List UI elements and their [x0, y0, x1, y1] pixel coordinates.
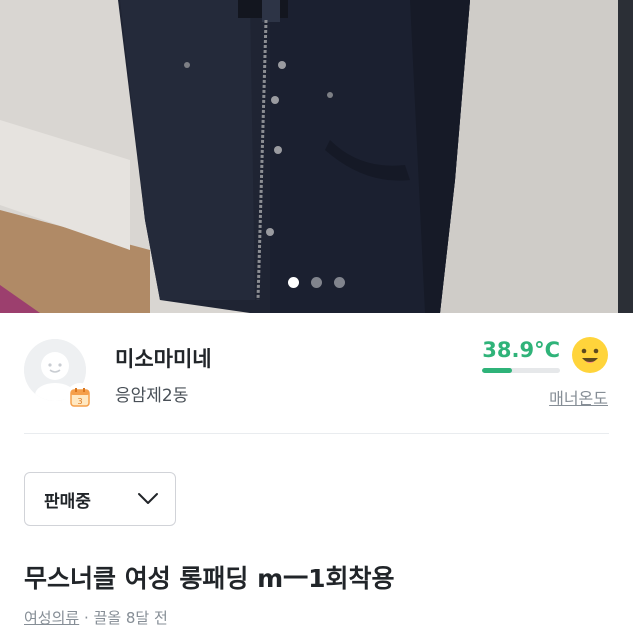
carousel-dot[interactable]	[334, 277, 345, 288]
calendar-badge-icon: 3	[66, 383, 94, 411]
seller-region: 응암제2동	[115, 386, 189, 406]
carousel-dot-active[interactable]	[288, 277, 299, 288]
product-title: 무스너클 여성 롱패딩 m一1회착용	[24, 564, 395, 593]
bump-time: 끌올 8달 전	[93, 609, 168, 627]
product-category-link[interactable]: 여성의류	[24, 609, 79, 627]
smiley-face-icon	[570, 335, 610, 379]
product-detail-page: 3 미소마미네 응암제2동 38.9°C 매너온도 판매중 무스너클 여성 롱패…	[0, 0, 633, 633]
seller-nickname[interactable]: 미소마미네	[115, 343, 212, 373]
carousel-indicator[interactable]	[0, 277, 633, 288]
product-photo	[0, 0, 633, 313]
section-divider	[24, 433, 609, 434]
product-photo-carousel[interactable]	[0, 0, 633, 313]
manner-temperature-link[interactable]: 매너온도	[549, 385, 608, 409]
carousel-dot[interactable]	[311, 277, 322, 288]
product-meta: 여성의류 · 끌올 8달 전	[24, 607, 168, 628]
meta-separator: ·	[79, 609, 94, 627]
manner-temperature-bar	[482, 368, 560, 373]
manner-temperature-value: 38.9°C	[482, 338, 560, 362]
svg-text:3: 3	[77, 397, 82, 406]
manner-temperature-fill	[482, 368, 513, 373]
seller-profile[interactable]: 3 미소마미네 응암제2동 38.9°C 매너온도	[0, 313, 633, 431]
sale-status-dropdown[interactable]: 판매중	[24, 472, 176, 526]
chevron-down-icon	[138, 493, 158, 504]
sale-status-label: 판매중	[44, 491, 91, 512]
